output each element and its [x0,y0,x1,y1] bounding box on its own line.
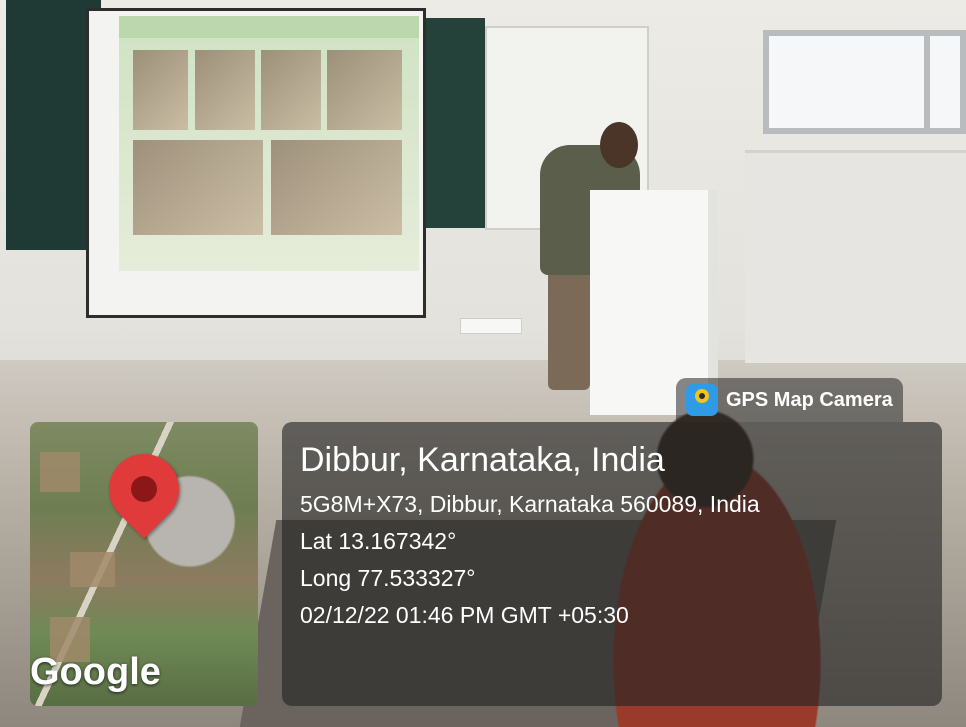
power-outlets [460,318,522,334]
map-thumbnail: Google [30,422,258,706]
slide-image [133,50,188,130]
chalkboard-segment [425,18,485,228]
presenter-head [600,122,638,168]
presenter-legs [548,270,590,390]
place-name: Dibbur, Karnataka, India [300,441,665,479]
slide-image [271,140,402,235]
slide-image [195,50,255,130]
location-pin-icon [94,439,194,539]
location-info-panel: Dibbur, Karnataka, India 5G8M+X73, Dibbu… [282,422,942,706]
gps-map-camera-badge: GPS Map Camera [676,378,903,422]
pin-center [125,470,163,508]
map-field [70,552,115,587]
longitude: Long 77.533327° [300,565,476,591]
window [763,30,966,134]
gps-map-camera-logo-icon [686,384,718,416]
latitude: Lat 13.167342° [300,528,457,554]
timestamp: 02/12/22 01:46 PM GMT +05:30 [300,602,629,628]
projected-slide [119,16,419,271]
map-field [40,452,80,492]
app-badge-label: GPS Map Camera [726,388,893,411]
slide-image [261,50,321,130]
slide-image [133,140,263,235]
address: 5G8M+X73, Dibbur, Karnataka 560089, Indi… [300,491,760,517]
slide-title-bar [119,16,419,38]
map-brand-logo: Google [30,651,161,693]
projector-screen [86,8,426,318]
classroom-photo: GPS Map Camera Google Dibbur, Karnataka,… [0,0,966,727]
slide-image [327,50,402,130]
wall [745,150,966,363]
